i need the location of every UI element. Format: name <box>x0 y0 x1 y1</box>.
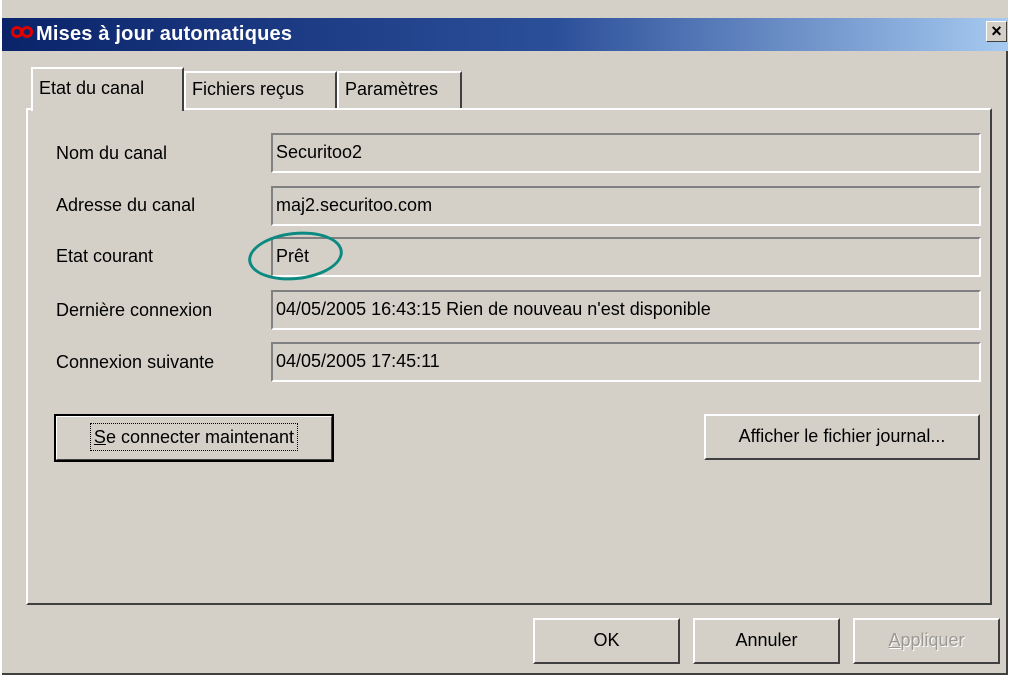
show-log-button[interactable]: Afficher le fichier journal... <box>704 414 980 460</box>
ok-label: OK <box>593 630 620 650</box>
show-log-label: Afficher le fichier journal... <box>738 426 946 446</box>
ok-button[interactable]: OK <box>533 618 680 664</box>
next-connection-label: Connexion suivante <box>56 352 215 372</box>
last-connection-label: Dernière connexion <box>56 300 213 320</box>
tab-parametres[interactable]: Paramètres <box>337 71 462 109</box>
cancel-label: Annuler <box>735 630 798 650</box>
close-icon: × <box>991 21 1002 41</box>
channel-name-field: Securitoo2 <box>271 133 981 173</box>
close-button[interactable]: × <box>986 21 1007 42</box>
cancel-button[interactable]: Annuler <box>693 618 840 664</box>
tab-label: Paramètres <box>345 79 439 99</box>
dialog-window: Mises à jour automatiques × Etat du cana… <box>2 0 1008 675</box>
channel-name-label: Nom du canal <box>56 143 168 163</box>
focus-indicator: Se connecter maintenant <box>89 423 299 451</box>
current-state-field: Prêt <box>271 237 981 277</box>
connect-label: e connecter maintenant <box>105 427 295 447</box>
next-connection-field: 04/05/2005 17:45:11 <box>271 342 981 382</box>
tab-label: Fichiers reçus <box>192 79 305 99</box>
window-top-strip <box>2 0 1008 18</box>
apply-button[interactable]: Appliquer <box>853 618 1000 664</box>
tab-etat-du-canal[interactable]: Etat du canal <box>31 67 184 111</box>
channel-address-field: maj2.securitoo.com <box>271 186 981 226</box>
last-connection-field: 04/05/2005 16:43:15 Rien de nouveau n'es… <box>271 290 981 330</box>
connect-accel-letter: S <box>93 427 106 447</box>
connect-now-button[interactable]: Se connecter maintenant <box>54 414 334 462</box>
apply-accel-letter: A <box>888 630 901 650</box>
apply-label: ppliquer <box>900 630 965 650</box>
tab-label: Etat du canal <box>39 78 145 98</box>
window-title: Mises à jour automatiques <box>36 23 293 45</box>
channel-address-label: Adresse du canal <box>56 195 196 215</box>
current-state-label: Etat courant <box>56 246 154 266</box>
infinity-logo-icon <box>11 26 33 38</box>
tab-fichiers-recus[interactable]: Fichiers reçus <box>184 71 337 109</box>
